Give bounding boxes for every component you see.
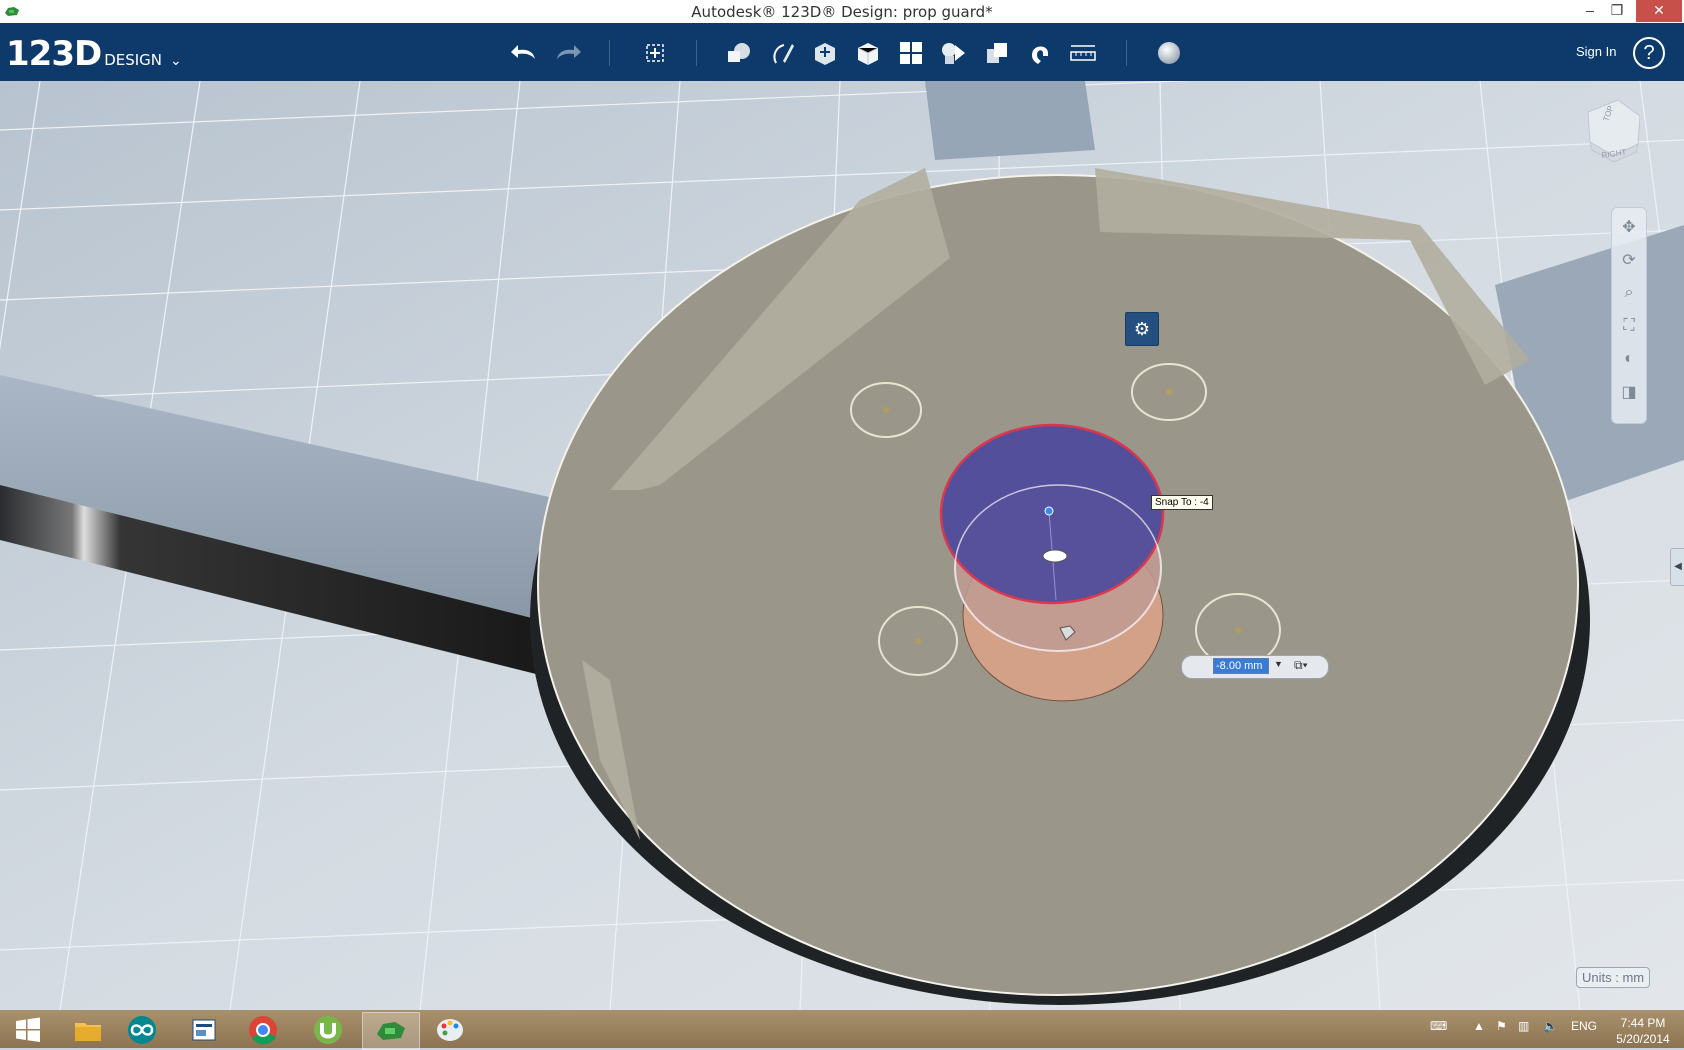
view-cube[interactable]: TOP RIGHT xyxy=(1584,98,1641,164)
logo-subtext: DESIGN xyxy=(104,51,163,69)
restore-button[interactable]: ❐ xyxy=(1597,0,1637,22)
pattern-icon[interactable] xyxy=(896,38,926,68)
chrome-icon[interactable] xyxy=(235,1012,291,1048)
undo-icon[interactable] xyxy=(509,38,539,68)
title-bar: Autodesk® 123D® Design: prop guard* – ❐ … xyxy=(0,0,1684,24)
file-explorer-icon[interactable] xyxy=(60,1012,116,1048)
dimension-input-box: ▼ ⧉▾ xyxy=(1181,655,1329,679)
sidebar-toggle-icon[interactable]: ◀ xyxy=(1670,548,1684,586)
zoom-icon[interactable]: ⌕ xyxy=(1617,281,1641,305)
construct-icon[interactable] xyxy=(810,38,840,68)
app-logo-menu[interactable]: 123D DESIGN ⌄ xyxy=(6,34,182,74)
material-view-icon[interactable]: ◨ xyxy=(1617,380,1641,404)
sketch-icon[interactable] xyxy=(767,38,797,68)
reader-icon[interactable] xyxy=(176,1012,232,1048)
show-hidden-icons-icon[interactable]: ▲ xyxy=(1473,1019,1485,1033)
sign-in-link[interactable]: Sign In xyxy=(1576,44,1616,59)
grouping-icon[interactable] xyxy=(939,38,969,68)
window-title: Autodesk® 123D® Design: prop guard* xyxy=(691,3,993,21)
navigation-bar: ✥ ⟳ ⌕ ⛶ ◐ ◨ xyxy=(1611,207,1647,424)
clock[interactable]: 7:44 PM 5/20/2014 xyxy=(1606,1015,1680,1047)
combine-icon[interactable] xyxy=(982,38,1012,68)
extrude-mode-icon[interactable]: ⧉▾ xyxy=(1294,658,1308,673)
extrude-distance-input[interactable] xyxy=(1213,658,1269,674)
settings-gear-icon[interactable]: ⚙ xyxy=(1125,312,1159,346)
app-toolbar xyxy=(0,23,1684,81)
toolbar-separator xyxy=(609,40,610,66)
units-label[interactable]: Units : mm xyxy=(1576,967,1651,988)
arduino-icon[interactable] xyxy=(114,1012,170,1048)
help-button[interactable]: ? xyxy=(1633,37,1665,69)
fit-icon[interactable]: ⛶ xyxy=(1617,314,1641,338)
orbit-icon[interactable]: ⟳ xyxy=(1617,248,1641,272)
clock-date: 5/20/2014 xyxy=(1616,1032,1670,1046)
transform-icon[interactable] xyxy=(640,38,670,68)
clock-time: 7:44 PM xyxy=(1620,1016,1666,1030)
material-icon[interactable] xyxy=(1154,38,1184,68)
utorrent-icon[interactable] xyxy=(300,1012,356,1048)
extrude-handle-icon[interactable] xyxy=(1042,549,1068,563)
logo-text: 123D xyxy=(6,34,102,74)
view-mode-icon[interactable]: ◐ xyxy=(1617,347,1641,371)
arm-top-side xyxy=(925,81,1095,160)
action-center-icon[interactable]: ⚑ xyxy=(1496,1019,1507,1033)
keyboard-icon[interactable]: ⌨ xyxy=(1430,1019,1447,1033)
toolbar-separator xyxy=(696,40,697,66)
language-indicator[interactable]: ENG xyxy=(1571,1019,1597,1033)
measure-icon[interactable] xyxy=(1068,38,1098,68)
pan-icon[interactable]: ✥ xyxy=(1617,215,1641,239)
viewport-3d[interactable] xyxy=(0,81,1684,1010)
center-point-icon xyxy=(1044,506,1054,516)
volume-icon[interactable]: 🔈 xyxy=(1543,1019,1558,1033)
chevron-down-icon[interactable]: ▼ xyxy=(1274,659,1283,669)
toolbar-separator xyxy=(1126,40,1127,66)
paint-icon[interactable] xyxy=(422,1012,478,1048)
snap-icon[interactable] xyxy=(1025,38,1055,68)
redo-icon[interactable] xyxy=(553,38,583,68)
chevron-down-icon: ⌄ xyxy=(170,52,182,68)
modify-icon[interactable] xyxy=(853,38,883,68)
snap-tooltip: Snap To : -4 xyxy=(1151,495,1213,510)
123d-design-icon[interactable] xyxy=(362,1012,420,1050)
network-icon[interactable]: ▥ xyxy=(1518,1019,1529,1033)
windows-start-icon[interactable] xyxy=(0,1012,56,1048)
close-button[interactable]: ✕ xyxy=(1636,0,1682,22)
primitives-icon[interactable] xyxy=(724,38,754,68)
scene-canvas[interactable] xyxy=(0,81,1684,1010)
